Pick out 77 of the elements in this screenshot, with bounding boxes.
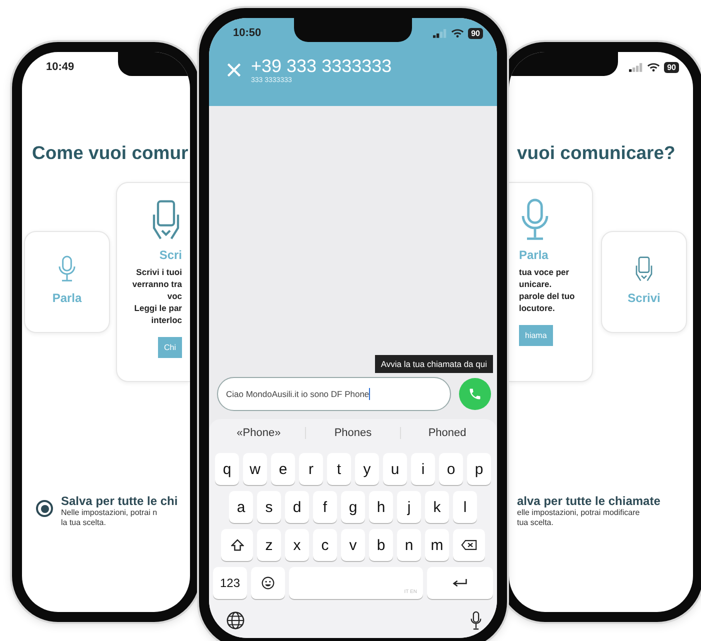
letter-key[interactable]: s (257, 491, 281, 523)
status-time: 10:49 (46, 61, 74, 73)
numbers-key[interactable]: 123 (213, 567, 247, 599)
globe-icon[interactable] (226, 611, 245, 630)
hand-phone-icon (634, 255, 654, 283)
card-description: parole del tuo (519, 291, 575, 302)
wifi-icon (647, 62, 660, 72)
save-option-note: la tua scelta. (61, 518, 107, 528)
message-field[interactable]: Ciao MondoAusili.it io sono DF Phone (217, 377, 451, 411)
letter-key[interactable]: j (397, 491, 421, 523)
suggestion[interactable]: «Phone» (212, 427, 306, 439)
letter-key[interactable]: w (243, 453, 267, 485)
card-description: unicare. (519, 279, 552, 290)
save-option-note: elle impostazioni, potrai modificare (517, 508, 641, 518)
card-description: voc (167, 291, 182, 302)
status-time: 10:50 (233, 27, 262, 39)
signal-icon (629, 62, 644, 72)
letter-key[interactable]: k (425, 491, 449, 523)
backspace-icon (461, 539, 477, 551)
letter-key[interactable]: m (425, 529, 449, 561)
card-description: interloc (151, 315, 182, 326)
battery-level: 90 (468, 28, 483, 38)
card-description: tua voce per (519, 267, 570, 278)
smiley-icon (261, 576, 275, 590)
letter-key[interactable]: u (383, 453, 407, 485)
letter-key[interactable]: a (229, 491, 253, 523)
option-card[interactable]: Parla tua voce per unicare. parole del tuo locutore. hiama (509, 182, 593, 382)
signal-icon (433, 28, 448, 38)
letter-key[interactable]: l (453, 491, 477, 523)
radio-button[interactable] (36, 500, 53, 517)
suggestion[interactable]: Phoned (400, 427, 494, 439)
card-label: Scri (159, 248, 182, 262)
battery-level: 90 (664, 62, 679, 72)
card-description: Leggi le par (134, 303, 182, 314)
backspace-key[interactable] (453, 529, 485, 561)
card-description: Scrivi i tuoi (136, 267, 182, 278)
card-label: Scrivi (628, 291, 660, 305)
card-label: Parla (52, 291, 82, 305)
save-option-note: Nelle impostazioni, potrai n (61, 508, 158, 518)
shift-key[interactable] (221, 529, 253, 561)
letter-key[interactable]: z (257, 529, 281, 561)
suggestion[interactable]: Phones (305, 427, 400, 439)
option-card[interactable]: Scri Scrivi i tuoi verranno tra voc Leggi le par interloc Chi (116, 182, 190, 382)
letter-key[interactable]: f (313, 491, 337, 523)
letter-key[interactable]: g (341, 491, 365, 523)
phone-icon (468, 387, 482, 401)
emoji-key[interactable] (251, 567, 285, 599)
letter-key[interactable]: e (271, 453, 295, 485)
letter-key[interactable]: p (467, 453, 491, 485)
letter-key[interactable]: x (285, 529, 309, 561)
letter-key[interactable]: h (369, 491, 393, 523)
letter-key[interactable]: r (299, 453, 323, 485)
letter-key[interactable]: c (313, 529, 337, 561)
letter-key[interactable]: v (341, 529, 365, 561)
letter-key[interactable]: q (215, 453, 239, 485)
phone-number: +39 333 3333333 (251, 56, 392, 77)
card-description: verranno tra (132, 279, 182, 290)
screen-title: Come vuoi comur (31, 142, 190, 164)
card-description: locutore. (519, 303, 555, 314)
letter-key[interactable]: d (285, 491, 309, 523)
letter-key[interactable]: n (397, 529, 421, 561)
letter-key[interactable]: i (411, 453, 435, 485)
shift-arrow-icon (230, 538, 244, 552)
save-option-note: tua scelta. (517, 518, 554, 528)
letter-key[interactable]: t (327, 453, 351, 485)
save-option-title: Salva per tutte le chi (61, 494, 178, 508)
microphone-icon[interactable] (470, 611, 482, 630)
microphone-icon (57, 255, 77, 283)
tooltip: Avvia la tua chiamata da qui (374, 355, 493, 373)
return-arrow-icon (452, 578, 468, 588)
card-label: Parla (519, 248, 548, 262)
letter-key[interactable]: b (369, 529, 393, 561)
letter-key[interactable]: y (355, 453, 379, 485)
letter-key[interactable]: o (439, 453, 463, 485)
save-option-title: alva per tutte le chiamate (517, 494, 660, 508)
screen-title: vuoi comunicare? (516, 142, 676, 164)
wifi-icon (451, 28, 464, 38)
